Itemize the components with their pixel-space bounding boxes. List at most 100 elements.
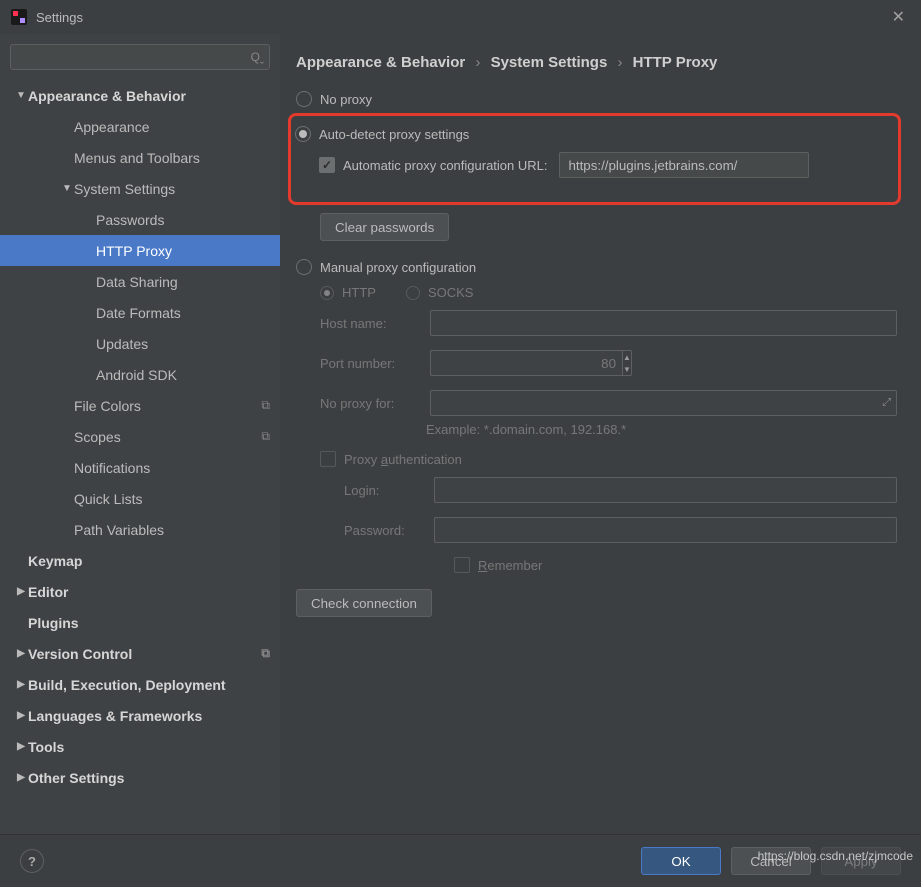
highlight-annotation: Auto-detect proxy settings Automatic pro… [288, 113, 901, 205]
tree-item[interactable]: Quick Lists [0, 483, 280, 514]
radio-manual[interactable] [296, 259, 312, 275]
radio-socks [406, 286, 420, 300]
tree-item[interactable]: Date Formats [0, 297, 280, 328]
tree-item-label: Date Formats [96, 305, 270, 321]
tree-item[interactable]: Passwords [0, 204, 280, 235]
tree-item-label: HTTP Proxy [96, 243, 270, 259]
tree-item[interactable]: Android SDK [0, 359, 280, 390]
input-host [430, 310, 897, 336]
tree-item[interactable]: Plugins [0, 607, 280, 638]
chevron-right-icon: ▶ [14, 710, 28, 721]
checkbox-auto-url[interactable] [319, 157, 335, 173]
check-connection-button[interactable]: Check connection [296, 589, 432, 617]
app-icon [10, 8, 28, 26]
label-proxy-auth: Proxy authentication [344, 452, 462, 467]
radio-auto-detect[interactable] [295, 126, 311, 142]
tree-item-label: Build, Execution, Deployment [28, 677, 270, 693]
tree-item-label: Scopes [74, 429, 261, 445]
spinner-up-icon: ▲ [623, 351, 631, 363]
tree-item[interactable]: Notifications [0, 452, 280, 483]
radio-no-proxy[interactable] [296, 91, 312, 107]
tree-item-label: Data Sharing [96, 274, 270, 290]
tree-item-label: System Settings [74, 181, 270, 197]
input-auto-url[interactable] [559, 152, 809, 178]
expand-icon: ⤢ [882, 397, 891, 410]
breadcrumb-3: HTTP Proxy [633, 54, 718, 71]
tree-item-label: Notifications [74, 460, 270, 476]
tree-item-label: Version Control [28, 646, 261, 662]
watermark: https://blog.csdn.net/zjmcode [758, 849, 913, 863]
label-noproxy-for: No proxy for: [320, 396, 430, 411]
label-password: Password: [344, 523, 434, 538]
tree-item-label: Android SDK [96, 367, 270, 383]
tree-item[interactable]: Data Sharing [0, 266, 280, 297]
tree-item[interactable]: File Colors⧉ [0, 390, 280, 421]
label-http: HTTP [342, 285, 376, 300]
tree-item[interactable]: ▶Languages & Frameworks [0, 700, 280, 731]
tree-item-label: Keymap [28, 553, 270, 569]
label-port: Port number: [320, 356, 430, 371]
tree-item-label: Languages & Frameworks [28, 708, 270, 724]
tree-item[interactable]: ▼System Settings [0, 173, 280, 204]
input-noproxy-for [430, 390, 897, 416]
label-auto-url: Automatic proxy configuration URL: [343, 158, 547, 173]
spinner-down-icon: ▼ [623, 363, 631, 375]
input-port: ▲▼ [430, 350, 530, 376]
chevron-down-icon: ▼ [14, 90, 28, 101]
project-scope-icon: ⧉ [261, 398, 270, 413]
tree-item[interactable]: Path Variables [0, 514, 280, 545]
tree-item[interactable]: ▶Version Control⧉ [0, 638, 280, 669]
ok-button[interactable]: OK [641, 847, 721, 875]
help-button[interactable]: ? [20, 849, 44, 873]
titlebar: Settings ✕ [0, 0, 921, 34]
content-panel: Appearance & Behavior › System Settings … [280, 34, 921, 834]
chevron-down-icon: ▼ [60, 183, 74, 194]
label-socks: SOCKS [428, 285, 474, 300]
tree-item[interactable]: ▶Tools [0, 731, 280, 762]
input-password [434, 517, 897, 543]
clear-passwords-button[interactable]: Clear passwords [320, 213, 449, 241]
label-no-proxy: No proxy [320, 92, 372, 107]
radio-http [320, 286, 334, 300]
tree-item-label: Editor [28, 584, 270, 600]
example-text: Example: *.domain.com, 192.168.* [426, 422, 897, 437]
sidebar: Qˬ ▼Appearance & BehaviorAppearanceMenus… [0, 34, 280, 834]
tree-item[interactable]: Updates [0, 328, 280, 359]
checkbox-proxy-auth [320, 451, 336, 467]
tree-item-label: Appearance & Behavior [28, 88, 270, 104]
tree-item[interactable]: ▶Editor [0, 576, 280, 607]
tree-item-label: Path Variables [74, 522, 270, 538]
tree-item-label: Quick Lists [74, 491, 270, 507]
tree-item[interactable]: ▼Appearance & Behavior [0, 80, 280, 111]
label-auto-detect: Auto-detect proxy settings [319, 127, 469, 142]
breadcrumb-1[interactable]: Appearance & Behavior [296, 54, 465, 71]
label-host: Host name: [320, 316, 430, 331]
tree-item[interactable]: Keymap [0, 545, 280, 576]
tree-item-label: Other Settings [28, 770, 270, 786]
tree-item[interactable]: Scopes⧉ [0, 421, 280, 452]
label-login: Login: [344, 483, 434, 498]
tree-item[interactable]: HTTP Proxy [0, 235, 280, 266]
tree-item[interactable]: ▶Other Settings [0, 762, 280, 793]
tree-item-label: Tools [28, 739, 270, 755]
tree-item[interactable]: Appearance [0, 111, 280, 142]
settings-tree: ▼Appearance & BehaviorAppearanceMenus an… [0, 76, 280, 834]
input-login [434, 477, 897, 503]
tree-item[interactable]: ▶Build, Execution, Deployment [0, 669, 280, 700]
window-title: Settings [36, 10, 83, 25]
tree-item-label: Passwords [96, 212, 270, 228]
chevron-right-icon: ▶ [14, 741, 28, 752]
breadcrumb-2[interactable]: System Settings [491, 54, 608, 71]
search-input[interactable] [10, 44, 270, 70]
chevron-right-icon: ▶ [14, 586, 28, 597]
tree-item-label: Appearance [74, 119, 270, 135]
tree-item-label: Menus and Toolbars [74, 150, 270, 166]
chevron-right-icon: ▶ [14, 772, 28, 783]
close-icon[interactable]: ✕ [886, 5, 911, 29]
tree-item[interactable]: Menus and Toolbars [0, 142, 280, 173]
tree-item-label: Updates [96, 336, 270, 352]
checkbox-remember [454, 557, 470, 573]
project-scope-icon: ⧉ [261, 646, 270, 661]
tree-item-label: Plugins [28, 615, 270, 631]
chevron-right-icon: ▶ [14, 679, 28, 690]
